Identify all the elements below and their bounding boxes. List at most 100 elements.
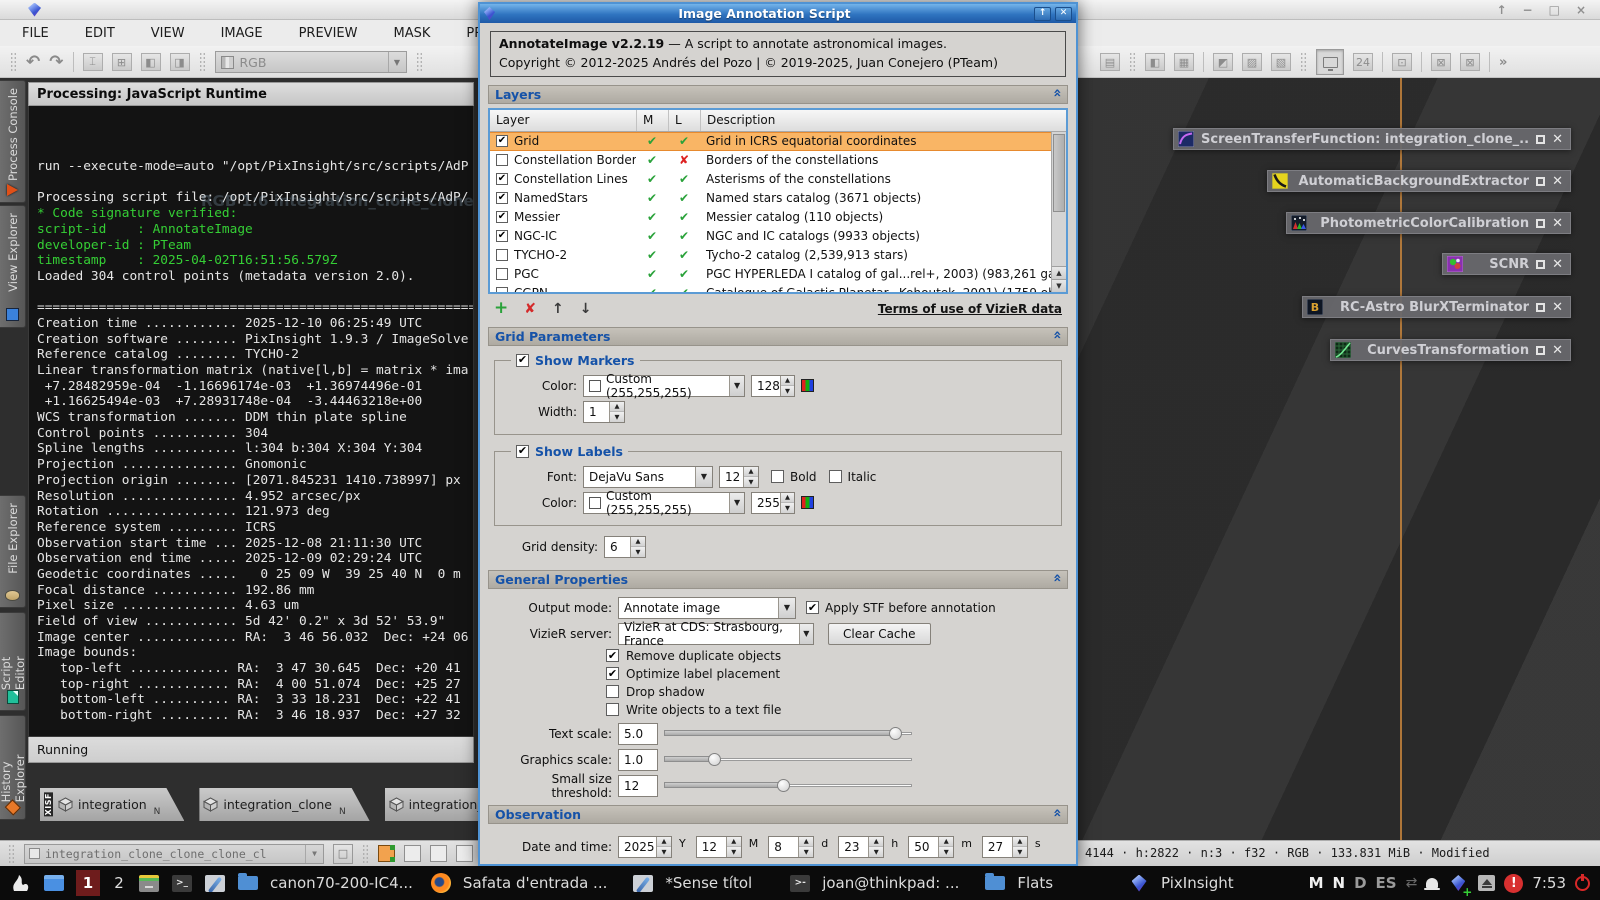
sidebar-item-script-editor[interactable]: Script Editor (0, 612, 26, 711)
layer-row[interactable]: CGPN✔✔Catalogue of Galactic Planetar...K… (490, 284, 1051, 292)
sidebar-item-history-explorer[interactable]: History Explorer (0, 715, 26, 820)
task-editor[interactable]: *Sense títol (665, 874, 752, 892)
sidebar-item-process-console[interactable]: Process Console (0, 80, 26, 203)
day-spinner[interactable]: 8▲▼ (768, 836, 814, 858)
firefox-icon[interactable] (430, 872, 452, 894)
close-icon[interactable]: ✕ (1552, 301, 1563, 314)
layer-row[interactable]: Constellation Borders✔✘Borders of the co… (490, 151, 1051, 170)
workspace-button-1[interactable]: 1 (76, 870, 100, 896)
italic-checkbox[interactable] (829, 470, 842, 483)
folder-icon[interactable] (984, 872, 1006, 894)
toolbar-grip[interactable] (1129, 52, 1136, 72)
font-size-spinner[interactable]: 12 ▲▼ (719, 466, 759, 488)
toolbar-grip[interactable] (1300, 52, 1307, 72)
terminal-icon[interactable]: >- (789, 872, 811, 894)
channel-selector[interactable]: RGB ▼ (215, 51, 407, 73)
spin-up-icon[interactable]: ▲ (610, 402, 624, 413)
view-selector[interactable]: integration_clone_clone_clone_cl ▼ (24, 844, 324, 864)
chevron-down-icon[interactable]: ▼ (778, 598, 795, 618)
redo-icon[interactable]: ↷ (49, 54, 63, 71)
collapse-section-icon[interactable]: » (1049, 810, 1065, 817)
close-all-views-icon[interactable]: ⊠ (1460, 53, 1480, 71)
workspace-thumb-3[interactable] (430, 845, 447, 862)
section-observation[interactable]: Observation » (488, 805, 1068, 824)
spin-down-icon[interactable]: ▼ (657, 847, 671, 857)
collapse-section-icon[interactable]: » (1049, 575, 1065, 582)
spin-down-icon[interactable]: ▼ (781, 386, 794, 396)
graphics-scale-input[interactable]: 1.0 (618, 749, 658, 771)
layer-row[interactable]: TYCHO-2✔✔Tycho-2 catalog (2,539,913 star… (490, 246, 1051, 265)
process-window-curvestransformation[interactable]: CurvesTransformation ✕ (1330, 339, 1571, 361)
spin-down-icon[interactable]: ▼ (869, 847, 883, 857)
view-mode-button[interactable]: □ (333, 844, 353, 864)
general-checkbox[interactable] (606, 703, 619, 716)
apply-stf-checkbox[interactable] (806, 601, 819, 614)
process-window-screentransferfunction[interactable]: ScreenTransferFunction: integration_clon… (1173, 128, 1571, 150)
hour-spinner[interactable]: 23▲▼ (838, 836, 884, 858)
close-icon[interactable]: ✕ (1552, 217, 1563, 230)
color-picker-icon[interactable] (801, 379, 814, 392)
text-scale-slider[interactable] (664, 727, 912, 741)
small-threshold-slider[interactable] (664, 779, 912, 793)
chevron-down-icon[interactable]: ▼ (695, 467, 712, 487)
color-depth-24-icon[interactable]: 24 (1353, 53, 1373, 71)
close-icon[interactable]: ✕ (1552, 175, 1563, 188)
image-tab-integration-clone[interactable]: integration_clone N (199, 788, 369, 821)
layer-row[interactable]: Constellation Lines✔✔Asterisms of the co… (490, 170, 1051, 189)
minute-spinner[interactable]: 50▲▼ (908, 836, 954, 858)
layer-row[interactable]: PGC✔✔PGC HYPERLEDA I catalog of gal...re… (490, 265, 1051, 284)
notifications-bell-icon[interactable] (1426, 878, 1438, 888)
dialog-shade-icon[interactable]: ↑ (1034, 7, 1051, 21)
close-icon[interactable]: ✕ (1552, 344, 1563, 357)
move-layer-down-button[interactable]: ↓ (580, 302, 592, 316)
layer-row[interactable]: Grid✔✔Grid in ICRS equatorial coordinate… (490, 132, 1051, 151)
layer-checkbox[interactable] (496, 268, 508, 280)
month-spinner[interactable]: 12▲▼ (696, 836, 742, 858)
slider-thumb[interactable] (889, 727, 902, 740)
rename-view-icon[interactable]: ⌶ (83, 53, 103, 71)
restore-icon[interactable] (1536, 303, 1545, 312)
vizier-server-dropdown[interactable]: VizieR at CDS: Strasbourg, France ▼ (618, 623, 814, 645)
close-icon[interactable]: × (1576, 3, 1586, 17)
new-preview-icon[interactable]: ⊞ (112, 53, 132, 71)
fit-window-icon[interactable]: ⊡ (1392, 53, 1412, 71)
clear-cache-button[interactable]: Clear Cache (828, 623, 931, 645)
tray-keyboard-layout[interactable]: ES (1376, 874, 1397, 892)
general-checkbox[interactable] (606, 667, 619, 680)
tray-letter-d[interactable]: D (1354, 874, 1366, 892)
maximize-icon[interactable]: □ (1549, 3, 1560, 17)
task-folder2[interactable]: Flats (1017, 874, 1053, 892)
sidebar-item-file-explorer[interactable]: File Explorer (0, 495, 26, 608)
shade-icon[interactable]: ↑ (1496, 3, 1506, 17)
menu-mask[interactable]: MASK (393, 26, 430, 41)
chevron-down-icon[interactable]: ▼ (729, 493, 744, 513)
toolbar-overflow-icon[interactable]: » (1499, 56, 1507, 69)
dialog-titlebar[interactable]: Image Annotation Script ↑ ✕ (480, 4, 1076, 23)
second-spinner[interactable]: 27▲▼ (982, 836, 1028, 858)
close-icon[interactable]: ✕ (1552, 133, 1563, 146)
tray-network-icon[interactable]: ⇄ (1406, 875, 1418, 891)
section-general-properties[interactable]: General Properties » (488, 570, 1068, 589)
close-view-icon[interactable]: ⊠ (1431, 53, 1451, 71)
spin-down-icon[interactable]: ▼ (799, 847, 813, 857)
tray-letter-n[interactable]: N (1333, 874, 1346, 892)
sidebar-item-view-explorer[interactable]: View Explorer (0, 205, 26, 328)
layers-table[interactable]: Layer M L Description Grid✔✔Grid in ICRS… (488, 108, 1068, 294)
menu-view[interactable]: VIEW (151, 26, 185, 41)
text-editor-icon[interactable] (632, 872, 654, 894)
show-markers-checkbox[interactable] (516, 354, 529, 367)
graphics-scale-slider[interactable] (664, 753, 912, 767)
restore-icon[interactable] (1536, 135, 1545, 144)
spin-down-icon[interactable]: ▼ (781, 503, 794, 513)
undo-icon[interactable]: ↶ (26, 54, 40, 71)
spin-up-icon[interactable]: ▲ (781, 493, 794, 504)
toolbar-grip[interactable] (416, 52, 423, 72)
font-dropdown[interactable]: DejaVu Sans ▼ (583, 466, 713, 488)
spin-up-icon[interactable]: ▲ (727, 837, 741, 848)
output-mode-dropdown[interactable]: Annotate image ▼ (618, 597, 796, 619)
spin-down-icon[interactable]: ▼ (631, 547, 645, 557)
task-firefox[interactable]: Safata d'entrada ... (463, 874, 607, 892)
color-picker-icon[interactable] (801, 496, 814, 509)
power-icon[interactable] (1575, 876, 1590, 891)
restore-icon[interactable] (1536, 260, 1545, 269)
